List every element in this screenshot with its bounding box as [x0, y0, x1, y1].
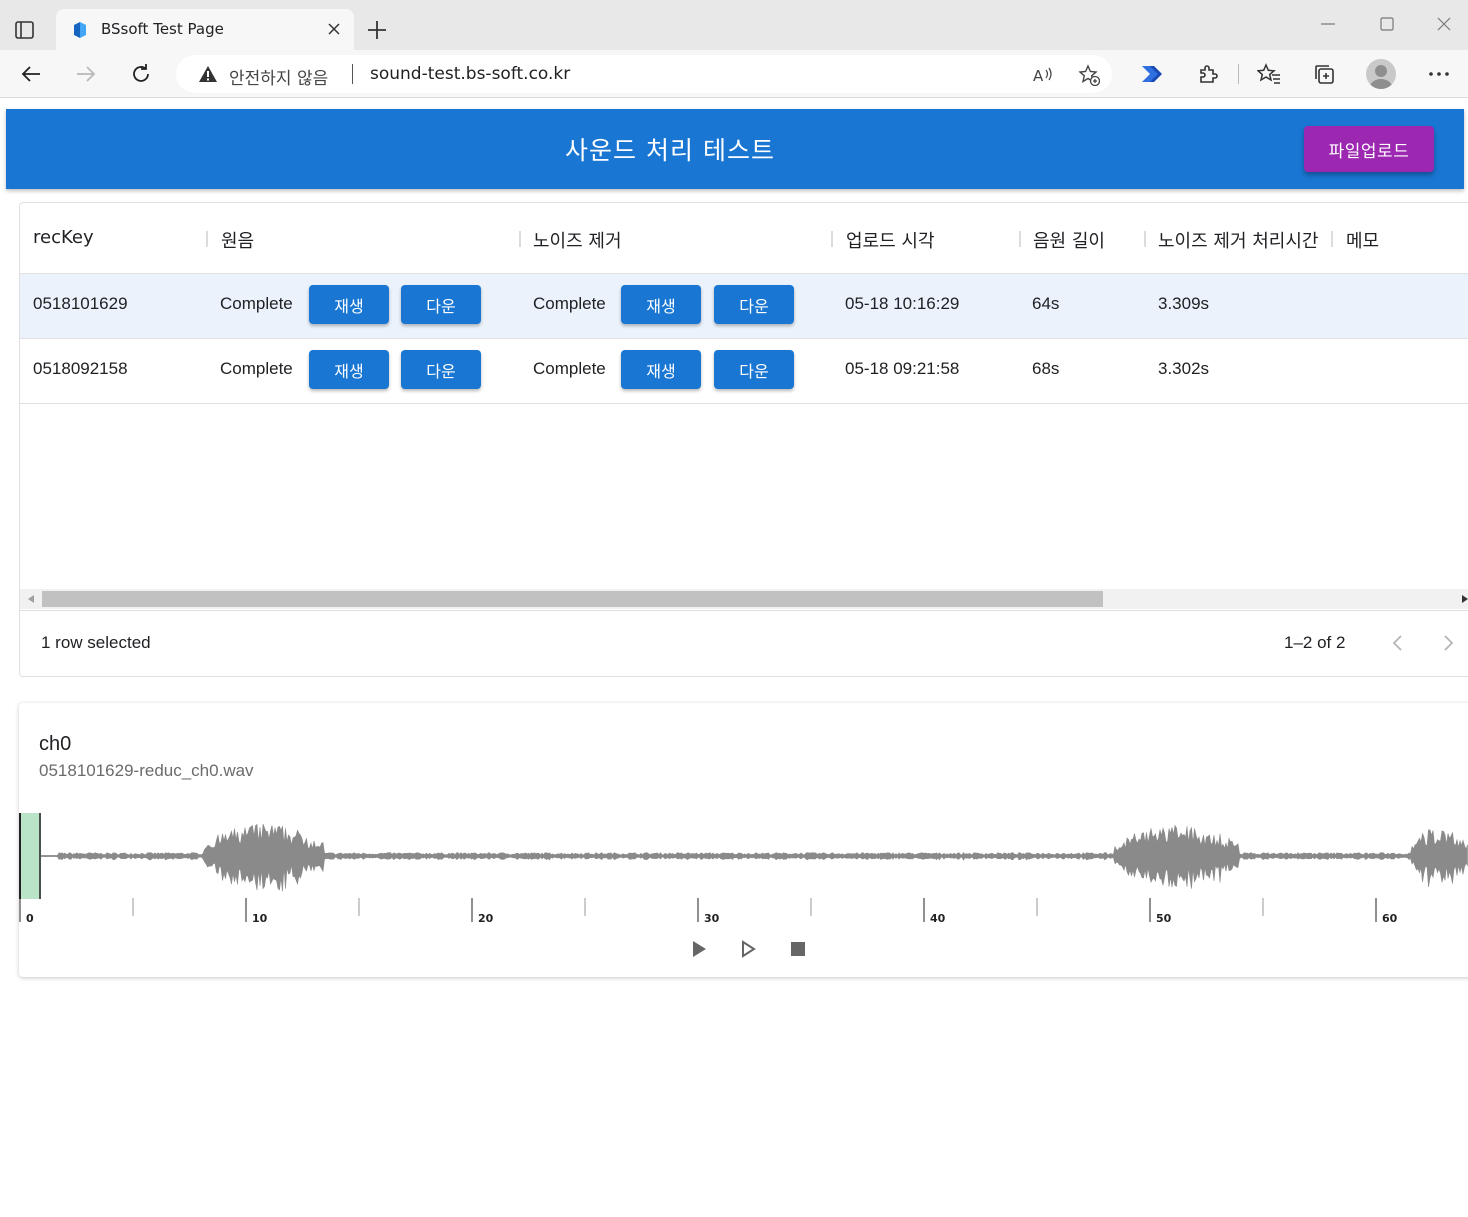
reduced-download-button[interactable]: 다운 — [714, 285, 794, 324]
warning-icon[interactable] — [198, 65, 218, 83]
toolbar-divider — [1238, 64, 1239, 84]
cell-reduced-status: Complete — [533, 294, 606, 313]
playhead-region — [19, 813, 41, 899]
file-name: 0518101629-reduc_ch0.wav — [39, 761, 254, 780]
sidebar-icon[interactable] — [14, 20, 36, 40]
stop-icon[interactable] — [788, 939, 808, 959]
reduced-play-button[interactable]: 재생 — [621, 285, 701, 324]
power-automate-icon[interactable] — [1140, 62, 1164, 86]
maximize-icon[interactable] — [1377, 14, 1397, 34]
timeline-label: 0 — [26, 912, 34, 925]
browser-tab[interactable]: BSsoft Test Page — [56, 9, 354, 50]
timeline-label: 20 — [478, 912, 494, 925]
page-title: 사운드 처리 테스트 — [565, 136, 775, 165]
column-separator[interactable] — [519, 231, 521, 247]
scroll-left-icon[interactable] — [27, 594, 35, 604]
collections-icon[interactable] — [1312, 62, 1336, 86]
omnibox-divider — [352, 64, 353, 84]
column-separator[interactable] — [1144, 231, 1146, 247]
reduced-download-button[interactable]: 다운 — [714, 350, 794, 389]
original-download-button[interactable]: 다운 — [401, 350, 481, 389]
timeline: 0 10 20 30 40 50 60 — [19, 898, 1398, 925]
column-header-reckey[interactable]: recKey — [33, 227, 94, 248]
refresh-icon[interactable] — [129, 62, 153, 86]
cell-original-status: Complete — [220, 294, 293, 313]
omnibox[interactable]: 안전하지 않음 sound-test.bs-soft.co.kr A — [176, 55, 1112, 93]
channel-name: ch0 — [39, 733, 72, 755]
cell-length: 64s — [1032, 294, 1060, 313]
favorites-icon[interactable] — [1257, 62, 1281, 86]
original-play-button[interactable]: 재생 — [309, 285, 389, 324]
cell-upload-time: 05-18 10:16:29 — [845, 294, 960, 313]
timeline-label: 30 — [704, 912, 720, 925]
close-icon[interactable] — [326, 21, 342, 37]
grid-footer: 1 row selected 1–2 of 2 — [20, 610, 1468, 676]
column-header-memo[interactable]: 메모 — [1346, 227, 1379, 253]
cell-original-status: Complete — [220, 359, 293, 378]
column-separator[interactable] — [206, 231, 208, 247]
waveform[interactable] — [19, 811, 1468, 901]
column-header-length[interactable]: 음원 길이 — [1033, 227, 1105, 253]
column-separator[interactable] — [1019, 231, 1021, 247]
timeline-label: 10 — [252, 912, 268, 925]
recordings-grid: recKey 원음 노이즈 제거 업로드 시각 음원 길이 노이즈 제거 처리시… — [19, 202, 1468, 677]
chevron-right-icon[interactable] — [1436, 631, 1460, 655]
cell-reduced-status: Complete — [533, 359, 606, 378]
table-row[interactable]: 0518092158 Complete 재생 다운 Complete 재생 다운… — [20, 339, 1468, 404]
scroll-right-icon[interactable] — [1461, 594, 1468, 604]
bssoft-logo-icon — [74, 22, 86, 38]
cell-reckey: 0518092158 — [33, 359, 128, 378]
chevron-left-icon[interactable] — [1386, 631, 1410, 655]
back-icon[interactable] — [19, 62, 43, 86]
table-row[interactable]: 0518101629 Complete 재생 다운 Complete 재생 다운… — [20, 274, 1468, 339]
timeline-label: 50 — [1156, 912, 1172, 925]
original-play-button[interactable]: 재생 — [309, 350, 389, 389]
plus-icon[interactable] — [366, 19, 388, 41]
cell-length: 68s — [1032, 359, 1060, 378]
tab-title: BSsoft Test Page — [101, 20, 224, 38]
horizontal-scrollbar[interactable] — [20, 589, 1468, 609]
scrollbar-thumb[interactable] — [42, 591, 1103, 607]
more-icon[interactable] — [1427, 62, 1451, 86]
selected-count: 1 row selected — [41, 633, 151, 652]
play-icon[interactable] — [689, 939, 709, 959]
svg-text:A: A — [1033, 67, 1044, 85]
cell-process-time: 3.302s — [1158, 359, 1210, 378]
security-status[interactable]: 안전하지 않음 — [229, 64, 328, 89]
waveform-path — [40, 823, 1468, 892]
browser-tab-bar: BSsoft Test Page — [0, 0, 1468, 50]
column-header-upload-time[interactable]: 업로드 시각 — [846, 227, 935, 253]
url-text[interactable]: sound-test.bs-soft.co.kr — [370, 64, 570, 84]
reduced-play-button[interactable]: 재생 — [621, 350, 701, 389]
app-header: 사운드 처리 테스트 파일업로드 — [6, 109, 1464, 189]
cell-upload-time: 05-18 09:21:58 — [845, 359, 960, 378]
play-outline-icon[interactable] — [738, 939, 758, 959]
extensions-icon[interactable] — [1196, 62, 1220, 86]
timeline-label: 60 — [1382, 912, 1398, 925]
column-header-original[interactable]: 원음 — [221, 227, 254, 253]
audio-player: ch0 0518101629-reduc_ch0.wav 0 10 20 30 40 50… — [19, 703, 1468, 977]
pagination-range: 1–2 of 2 — [1284, 633, 1346, 652]
cell-process-time: 3.309s — [1158, 294, 1210, 313]
grid-header: recKey 원음 노이즈 제거 업로드 시각 음원 길이 노이즈 제거 처리시… — [20, 203, 1468, 274]
cell-reckey: 0518101629 — [33, 294, 128, 313]
forward-icon[interactable] — [74, 62, 98, 86]
original-download-button[interactable]: 다운 — [401, 285, 481, 324]
timeline-label: 40 — [930, 912, 946, 925]
profile-icon[interactable] — [1366, 59, 1396, 89]
minimize-icon[interactable] — [1318, 14, 1338, 34]
read-aloud-icon[interactable]: A — [1032, 64, 1054, 86]
address-toolbar: 안전하지 않음 sound-test.bs-soft.co.kr A — [0, 50, 1468, 98]
window-close-icon[interactable] — [1434, 14, 1454, 34]
column-header-process-time[interactable]: 노이즈 제거 처리시간 — [1158, 227, 1318, 253]
file-upload-button[interactable]: 파일업로드 — [1304, 126, 1434, 172]
column-separator[interactable] — [831, 231, 833, 247]
column-separator[interactable] — [1331, 231, 1333, 247]
column-header-noise-reduction[interactable]: 노이즈 제거 — [533, 227, 622, 253]
favorite-add-icon[interactable] — [1078, 64, 1100, 86]
